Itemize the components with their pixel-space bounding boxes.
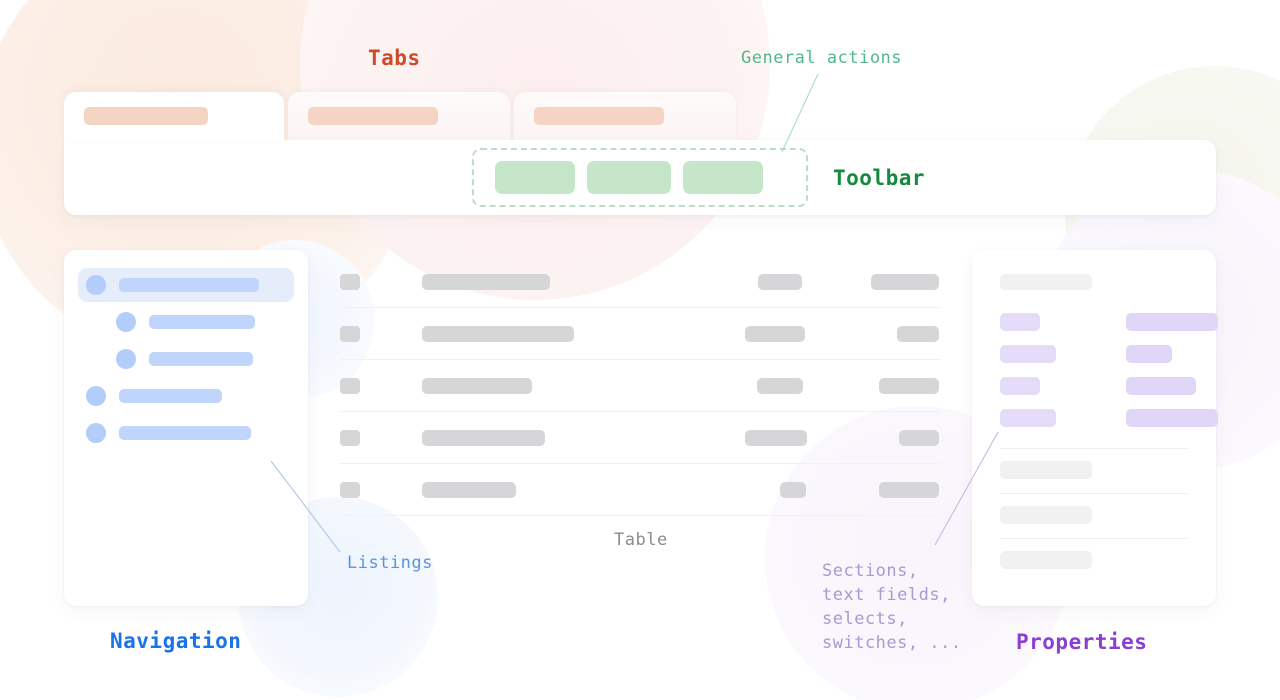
property-section-2[interactable] [1000,506,1092,524]
row-checkbox[interactable] [340,377,360,394]
properties-title-placeholder [1000,274,1092,290]
property-divider [1000,448,1188,449]
property-row[interactable] [1000,338,1188,370]
property-section-1[interactable] [1000,461,1092,479]
property-row[interactable] [1000,402,1218,434]
table-row[interactable] [340,412,940,464]
annotation-listings: Listings [347,553,433,573]
nav-item-4-label-placeholder [119,389,222,403]
table [340,256,940,516]
toolbar-button-2[interactable] [587,161,671,194]
nav-item-3-label-placeholder [149,352,253,366]
row-secondary-placeholder [745,429,807,446]
row-checkbox[interactable] [340,325,360,342]
nav-item-2-label-placeholder [149,315,255,329]
tab-bar [64,92,736,140]
row-checkbox[interactable] [340,429,360,446]
table-row[interactable] [340,308,940,360]
row-primary-placeholder [422,325,574,342]
row-tertiary-placeholder [897,325,939,342]
row-primary-placeholder [422,481,516,498]
annotation-navigation: Navigation [110,629,242,653]
row-secondary-placeholder [780,481,806,498]
nav-item-1-bullet-icon [86,275,106,295]
property-value-field[interactable] [1126,345,1172,363]
annotation-properties-detail: Sections, text fields, selects, switches… [822,561,962,653]
property-value-field[interactable] [1126,313,1218,331]
row-checkbox[interactable] [340,481,360,498]
nav-item-3[interactable] [108,342,294,376]
row-secondary-placeholder [757,377,803,394]
nav-item-4-bullet-icon [86,386,106,406]
nav-item-3-bullet-icon [116,349,136,369]
property-divider [1000,538,1188,539]
annotation-properties: Properties [1016,630,1148,654]
nav-item-5[interactable] [78,416,294,450]
nav-item-5-label-placeholder [119,426,251,440]
table-row[interactable] [340,464,940,516]
row-secondary-placeholder [758,273,802,290]
property-label-placeholder [1000,345,1056,363]
table-row[interactable] [340,256,940,308]
property-label-placeholder [1000,409,1056,427]
row-secondary-placeholder [745,325,805,342]
row-primary-placeholder [422,429,545,446]
tab-1-label-placeholder [84,107,208,125]
annotation-toolbar: Toolbar [833,166,926,190]
property-value-field[interactable] [1126,409,1218,427]
row-tertiary-placeholder [871,273,939,290]
navigation-panel [64,250,308,606]
nav-item-2-bullet-icon [116,312,136,332]
annotation-tabs: Tabs [368,46,421,70]
nav-item-1[interactable] [78,268,294,302]
property-row[interactable] [1000,306,1218,338]
row-tertiary-placeholder [879,481,939,498]
tab-3-label-placeholder [534,107,664,125]
table-row[interactable] [340,360,940,412]
property-divider [1000,493,1188,494]
properties-panel [972,250,1218,606]
property-section-3[interactable] [1000,551,1092,569]
property-label-placeholder [1000,313,1040,331]
property-value-field[interactable] [1126,377,1196,395]
toolbar-group [472,148,808,207]
property-row[interactable] [1000,370,1196,402]
row-primary-placeholder [422,377,532,394]
property-label-placeholder [1000,377,1040,395]
toolbar-button-3[interactable] [683,161,763,194]
annotation-general-actions: General actions [741,48,903,68]
nav-item-2[interactable] [108,305,294,339]
row-tertiary-placeholder [899,429,939,446]
annotation-table: Table [614,530,668,550]
row-primary-placeholder [422,273,550,290]
row-tertiary-placeholder [879,377,939,394]
tab-2[interactable] [288,92,510,140]
nav-item-5-bullet-icon [86,423,106,443]
tab-2-label-placeholder [308,107,438,125]
tab-3[interactable] [514,92,736,140]
tab-1[interactable] [64,92,284,140]
toolbar-button-1[interactable] [495,161,575,194]
nav-item-4[interactable] [78,379,294,413]
nav-item-1-label-placeholder [119,278,259,292]
row-checkbox[interactable] [340,273,360,290]
